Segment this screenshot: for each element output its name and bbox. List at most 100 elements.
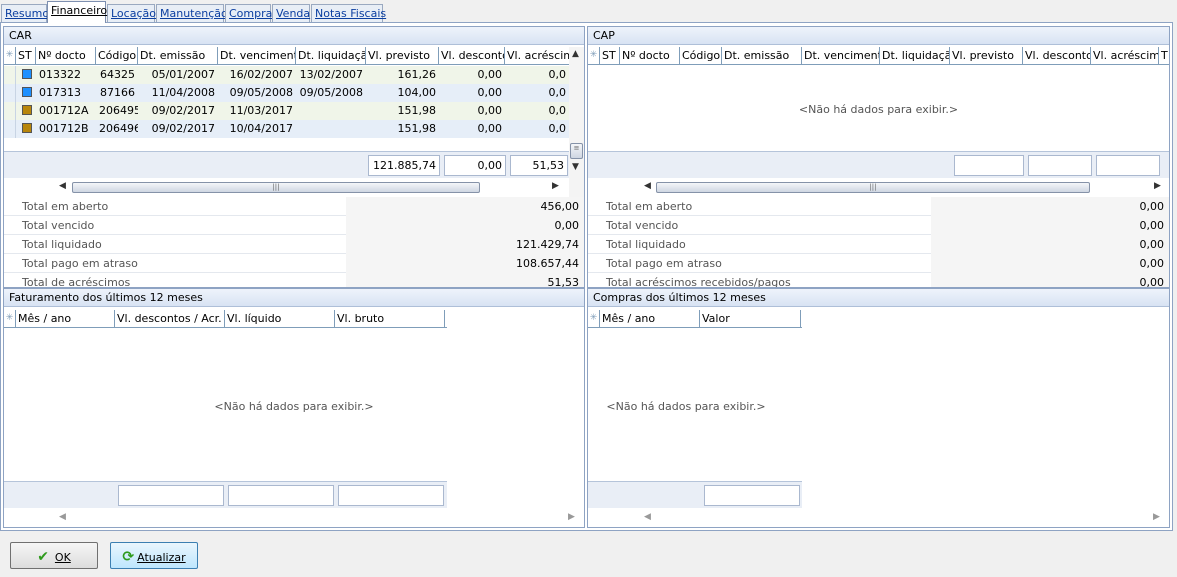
cell-docto: 001712B [39,122,89,135]
faturamento-grid[interactable]: ✳ Mês / ano Vl. descontos / Acr. Vl. líq… [4,310,584,527]
tab-financeiro[interactable]: Financeiro [47,1,107,23]
financeiro-content: CAR ✳ ST Nº docto Código Dt. emissão Dt.… [0,22,1173,531]
car-summary-footer: 121.885,74 0,00 51,53 [4,151,569,178]
col-acrescimo[interactable]: Vl. acréscim [505,47,569,65]
car-title: CAR [4,27,584,45]
col-valor[interactable]: Valor [700,310,801,328]
compras-panel: Compras dos últimos 12 meses ✳ Mês / ano… [587,288,1170,528]
col-st[interactable]: ST [16,47,36,65]
col-codigo[interactable]: Código [680,47,722,65]
total-value: 121.429,74 [516,238,579,251]
grid-indicator-icon: ✳ [4,310,16,328]
check-icon: ✔ [37,549,49,565]
col-desconto[interactable]: Vl. desconto [1023,47,1091,65]
col-mes-ano[interactable]: Mês / ano [16,310,115,328]
car-vertical-scrollbar[interactable]: ▲ ≡ ▼ [569,47,584,197]
col-codigo[interactable]: Código [96,47,138,65]
cap-grid[interactable]: ✳ ST Nº docto Código Dt. emissão Dt. ven… [588,47,1169,197]
tab-manutencao[interactable]: Manutenção [156,4,228,22]
col-docto[interactable]: Nº docto [620,47,680,65]
cell-emissao: 09/02/2017 [151,104,215,117]
cell-liquidacao: 09/05/2008 [299,86,363,99]
cell-emissao: 05/01/2007 [151,68,215,81]
cell-previsto: 151,98 [397,122,437,135]
cell-acrescimo: 0,0 [548,122,567,135]
scroll-right-icon[interactable]: ▶ [1154,181,1161,191]
compras-grid[interactable]: ✳ Mês / ano Valor <Não há dados para exi… [588,310,1169,527]
total-label: Total vencido [606,219,679,232]
scroll-left-icon[interactable]: ◀ [59,512,66,522]
cell-liquidacao [296,120,366,138]
total-label: Total pago em atraso [22,257,138,270]
cell-docto: 013322 [39,68,81,81]
scroll-right-icon[interactable]: ▶ [1153,512,1160,522]
col-descontos[interactable]: Vl. descontos / Acr. [115,310,225,328]
scroll-up-icon[interactable]: ▲ [572,49,579,59]
col-liquido[interactable]: Vl. líquido [225,310,335,328]
col-emissao[interactable]: Dt. emissão [722,47,802,65]
sum-acrescimo: 51,53 [510,155,568,176]
table-row[interactable]: 001712B 206496 09/02/2017 10/04/2017 151… [4,120,569,138]
col-previsto[interactable]: Vl. previsto [950,47,1023,65]
cell-vencimento: 09/05/2008 [229,86,293,99]
sum-acrescimo [1096,155,1160,176]
col-acrescimo[interactable]: Vl. acréscimo [1091,47,1159,65]
tab-resumo[interactable]: Resumo [1,4,49,22]
col-vencimento[interactable]: Dt. vencimento [802,47,880,65]
col-t[interactable]: T [1159,47,1169,65]
scroll-left-icon[interactable]: ◀ [644,181,651,191]
col-liquidacao[interactable]: Dt. liquidação [296,47,366,65]
compras-title: Compras dos últimos 12 meses [588,289,1169,307]
tab-compra[interactable]: Compra [225,4,272,22]
col-vencimento[interactable]: Dt. vencimento [218,47,296,65]
cap-grid-header: ✳ ST Nº docto Código Dt. emissão Dt. ven… [588,47,1169,65]
faturamento-panel: Faturamento dos últimos 12 meses ✳ Mês /… [3,288,585,528]
sum-previsto [954,155,1024,176]
atualizar-label: Atualizar [137,551,186,564]
table-row[interactable]: 001712A 206495 09/02/2017 11/03/2017 151… [4,102,569,120]
table-row[interactable]: 017313 87166 11/04/2008 09/05/2008 09/05… [4,84,569,102]
scroll-down-icon[interactable]: ▼ [572,162,579,172]
col-desconto[interactable]: Vl. desconto [439,47,505,65]
cell-acrescimo: 0,0 [548,86,567,99]
empty-message: <Não há dados para exibir.> [798,103,959,116]
col-liquidacao[interactable]: Dt. liquidação [880,47,950,65]
col-mes-ano[interactable]: Mês / ano [600,310,700,328]
cap-summary-footer [588,151,1169,178]
scroll-thumb[interactable]: ≡ [570,143,583,159]
col-emissao[interactable]: Dt. emissão [138,47,218,65]
faturamento-summary-footer [4,481,447,508]
cap-horizontal-scrollbar[interactable]: ◀ ||| ▶ [588,179,1169,196]
cell-liquidacao: 13/02/2007 [299,68,363,81]
cap-panel: CAP ✳ ST Nº docto Código Dt. emissão Dt.… [587,26,1170,288]
car-horizontal-scrollbar[interactable]: ◀ ||| ▶ [4,179,569,196]
scroll-left-icon[interactable]: ◀ [644,512,651,522]
tab-bar: Resumo Financeiro Locação Manutenção Com… [0,0,1177,23]
scroll-right-icon[interactable]: ▶ [568,512,575,522]
sum-desconto: 0,00 [444,155,506,176]
tab-locacao[interactable]: Locação [107,4,156,22]
col-previsto[interactable]: Vl. previsto [366,47,439,65]
cell-codigo: 64325 [100,68,135,81]
col-docto[interactable]: Nº docto [36,47,96,65]
grid-indicator-icon: ✳ [588,310,600,328]
scroll-thumb[interactable]: ||| [656,182,1090,193]
tab-notas-fiscais[interactable]: Notas Fiscais [311,4,386,22]
scroll-right-icon[interactable]: ▶ [552,181,559,191]
scroll-left-icon[interactable]: ◀ [59,181,66,191]
car-grid[interactable]: ✳ ST Nº docto Código Dt. emissão Dt. ven… [4,47,584,197]
col-bruto[interactable]: Vl. bruto [335,310,445,328]
compras-grid-header: ✳ Mês / ano Valor [588,310,802,328]
faturamento-horizontal-scrollbar[interactable]: ◀ ▶ [4,510,582,527]
scroll-thumb[interactable]: ||| [72,182,480,193]
col-st[interactable]: ST [600,47,620,65]
compras-horizontal-scrollbar[interactable]: ◀ ▶ [588,510,1167,527]
total-label: Total pago em atraso [606,257,722,270]
atualizar-button[interactable]: ⟳ Atualizar [110,542,198,569]
ok-button[interactable]: ✔ OK [10,542,98,569]
cell-emissao: 09/02/2017 [151,122,215,135]
tab-venda[interactable]: Venda [272,4,310,22]
empty-message: <Não há dados para exibir.> [606,400,766,413]
table-row[interactable]: 013322 64325 05/01/2007 16/02/2007 13/02… [4,66,569,84]
cell-previsto: 104,00 [397,86,437,99]
